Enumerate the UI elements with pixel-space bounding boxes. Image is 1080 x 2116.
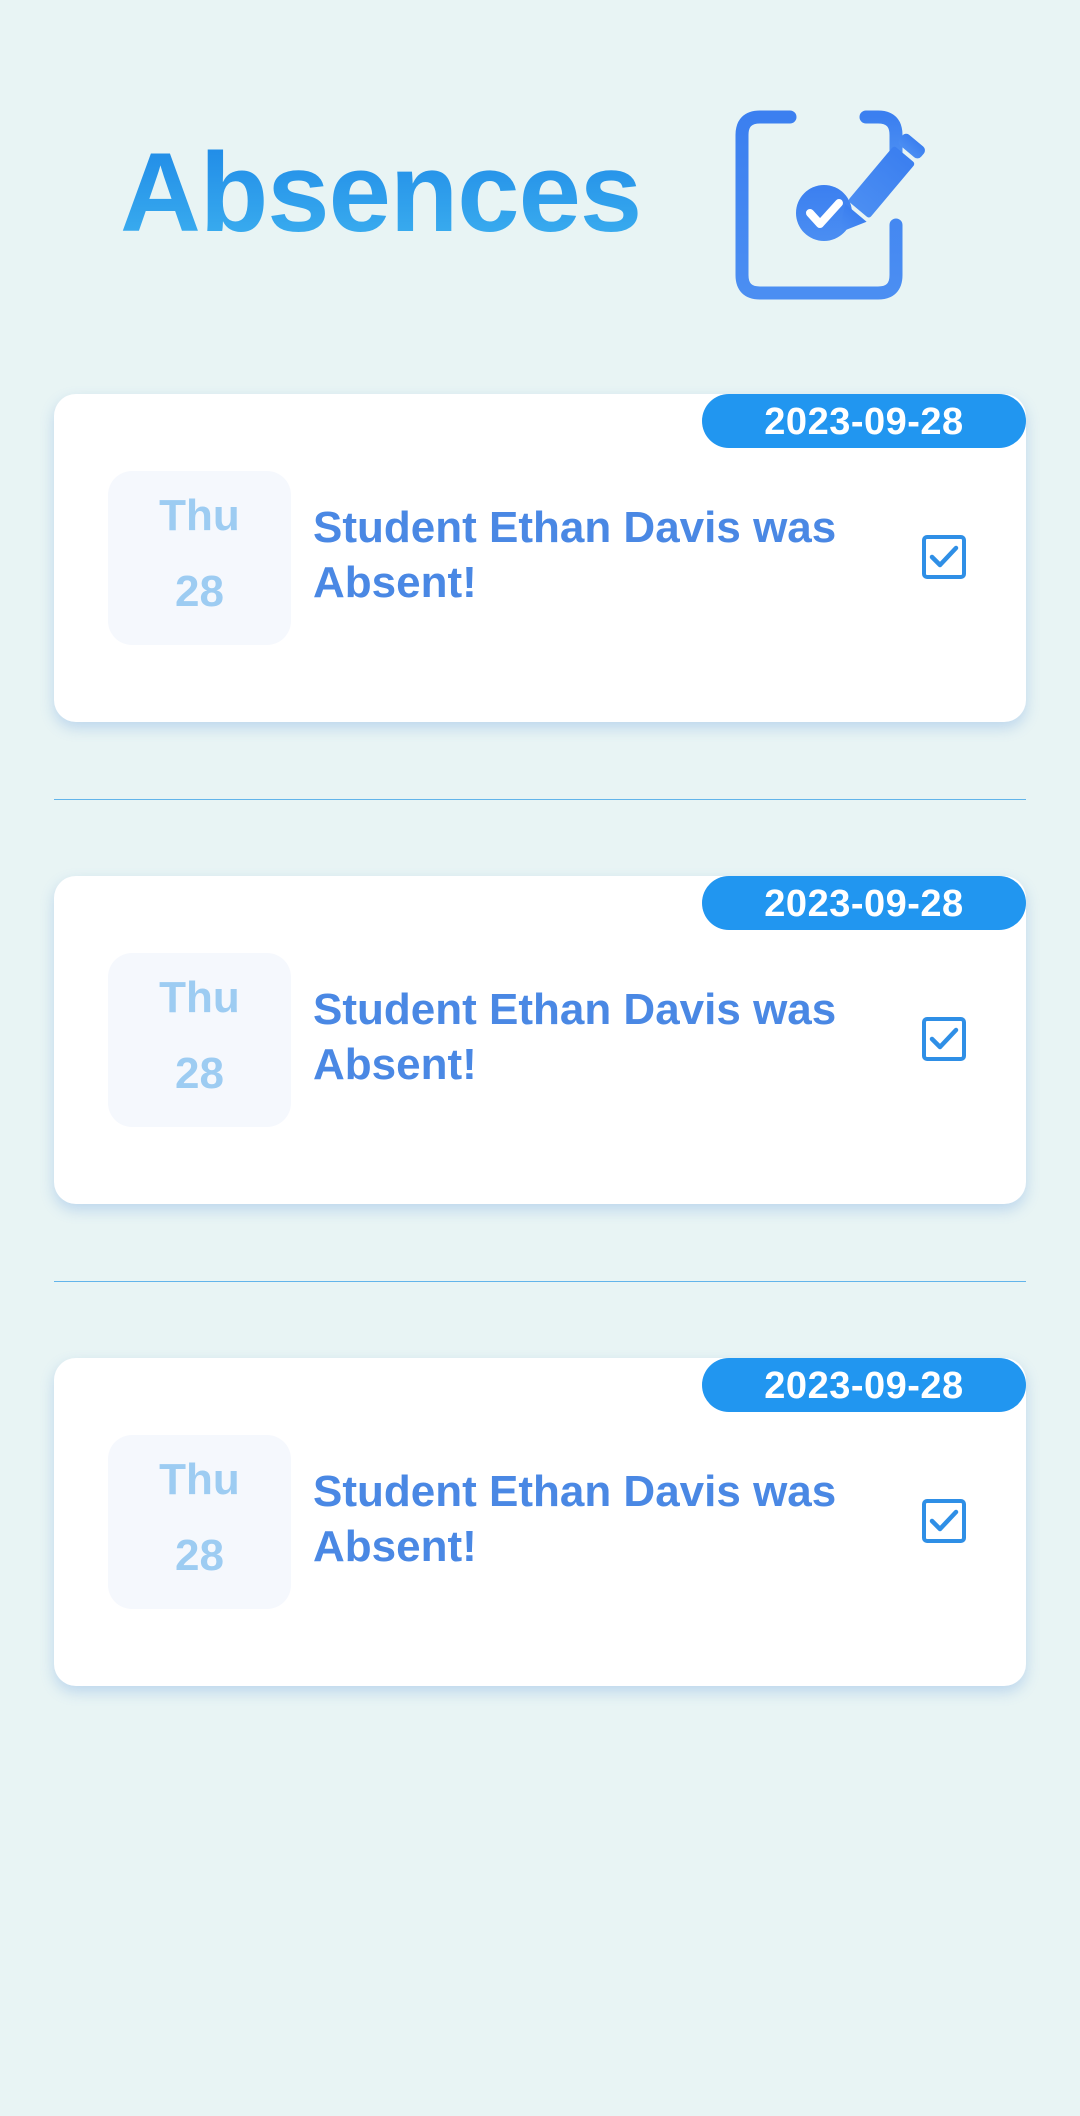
day-name: Thu (159, 491, 240, 540)
day-name: Thu (159, 973, 240, 1022)
absence-card[interactable]: 2023-09-28 Thu 28 Student Ethan Davis wa… (54, 876, 1026, 1204)
day-box: Thu 28 (108, 1435, 291, 1609)
day-name: Thu (159, 1455, 240, 1504)
header: Absences (0, 0, 1080, 340)
checkbox-checked-icon[interactable] (921, 1016, 967, 1062)
calendar-checklist-edit-icon (735, 97, 925, 300)
date-badge: 2023-09-28 (702, 1358, 1026, 1412)
day-box: Thu 28 (108, 471, 291, 645)
day-number: 28 (175, 1531, 224, 1580)
page-title: Absences (120, 128, 642, 258)
absence-card[interactable]: 2023-09-28 Thu 28 Student Ethan Davis wa… (54, 1358, 1026, 1686)
day-box: Thu 28 (108, 953, 291, 1127)
day-number: 28 (175, 567, 224, 616)
absence-message: Student Ethan Davis was Absent! (313, 985, 837, 1089)
date-badge: 2023-09-28 (702, 876, 1026, 930)
absence-message: Student Ethan Davis was Absent! (313, 1467, 837, 1571)
absence-card[interactable]: 2023-09-28 Thu 28 Student Ethan Davis wa… (54, 394, 1026, 722)
day-number: 28 (175, 1049, 224, 1098)
checkbox-checked-icon[interactable] (921, 534, 967, 580)
divider (54, 1281, 1026, 1282)
absence-list: 2023-09-28 Thu 28 Student Ethan Davis wa… (54, 394, 1026, 1686)
divider (54, 799, 1026, 800)
absence-message: Student Ethan Davis was Absent! (313, 503, 837, 607)
date-badge: 2023-09-28 (702, 394, 1026, 448)
checkbox-checked-icon[interactable] (921, 1498, 967, 1544)
